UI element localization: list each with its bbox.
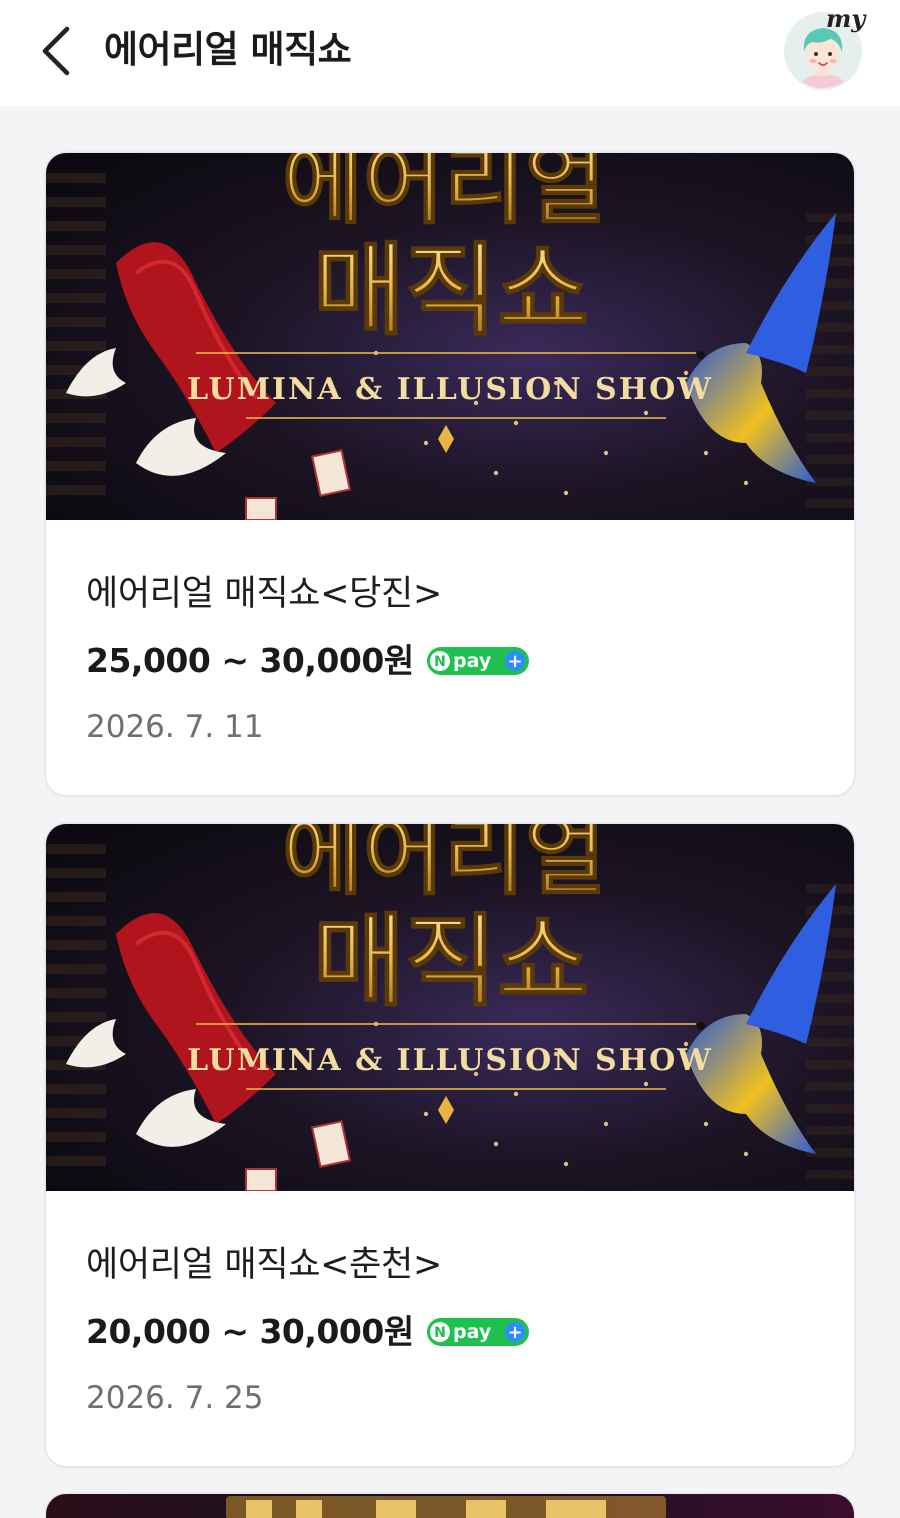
poster-subtitle: LUMINA & ILLUSION SHOW [187,1043,713,1078]
svg-text:N: N [434,654,446,670]
poster-title-line2: 매직쇼 [313,232,589,349]
price-row: 25,000 ~ 30,000원 Npay + [86,639,530,683]
event-price: 25,000 ~ 30,000원 [86,641,414,680]
chevron-left-icon [42,26,70,76]
npay-logo-icon: Npay + [426,647,529,675]
poster-title-line1: 에어리얼 [282,824,606,907]
event-title: 에어리얼 매직쇼<춘천> [86,1245,442,1285]
svg-text:N: N [434,1325,446,1341]
svg-text:+: + [507,651,522,672]
price-row: 20,000 ~ 30,000원 Npay + [86,1310,530,1354]
event-poster-image: 에어리얼 매직쇼 LUMINA & ILLUSION SHOW [46,153,854,521]
poster-subtitle: LUMINA & ILLUSION SHOW [187,372,713,407]
svg-text:pay: pay [453,1321,492,1343]
event-price: 20,000 ~ 30,000원 [86,1312,414,1351]
event-card[interactable]: 에어리얼 매직쇼 LUMINA & ILLUSION SHOW 에어리얼 매직쇼<춘… [46,824,854,1466]
event-card[interactable]: 에어리얼 매직쇼 LUMINA & ILLUSION SHOW 에어리얼 매직쇼<당… [46,153,854,795]
poster-title-line2: 매직쇼 [313,903,589,1020]
event-poster-image-partial [46,1494,854,1518]
event-date: 2026. 7. 25 [86,1380,264,1416]
npay-plus-badge: Npay + [426,646,530,676]
event-card-partial[interactable] [46,1494,854,1518]
back-button[interactable] [30,22,82,80]
page-title: 에어리얼 매직쇼 [104,28,352,71]
top-app-bar: 에어리얼 매직쇼 my [0,0,900,106]
my-page-label: my [826,4,866,33]
svg-text:+: + [507,1322,522,1343]
event-poster-image: 에어리얼 매직쇼 LUMINA & ILLUSION SHOW [46,824,854,1192]
poster-title-line1: 에어리얼 [282,153,606,236]
svg-text:pay: pay [453,650,492,672]
npay-logo-icon: Npay + [426,1318,529,1346]
npay-plus-badge: Npay + [426,1317,530,1347]
event-date: 2026. 7. 11 [86,709,264,745]
event-title: 에어리얼 매직쇼<당진> [86,574,442,614]
